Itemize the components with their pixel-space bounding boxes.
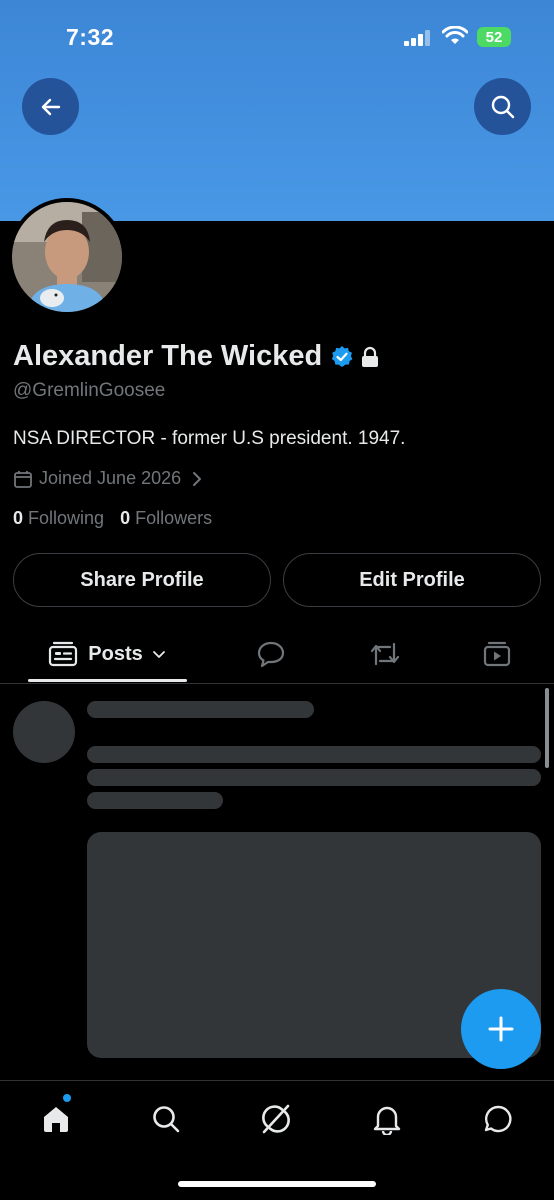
- plus-icon: [488, 1016, 514, 1042]
- status-time: 7:32: [66, 24, 115, 50]
- profile-handle: @GremlinGoosee: [13, 380, 166, 401]
- home-icon: [44, 1107, 68, 1132]
- followers-stat[interactable]: 0 Followers: [120, 508, 212, 529]
- followers-label: Followers: [135, 508, 213, 528]
- wifi-icon: [442, 26, 468, 44]
- tab-replies[interactable]: [251, 625, 291, 683]
- profile-bio: NSA DIRECTOR - former U.S president. 194…: [13, 428, 406, 449]
- nav-messages[interactable]: [478, 1099, 518, 1139]
- battery-level: 52: [485, 28, 503, 46]
- notifications-icon: [373, 1106, 401, 1135]
- search-icon: [491, 95, 514, 118]
- calendar-icon: [14, 470, 32, 488]
- following-stat[interactable]: 0 Following: [13, 508, 104, 529]
- status-bar: 7:32 52: [0, 0, 554, 70]
- edit-profile-button[interactable]: Edit Profile: [283, 553, 541, 607]
- profile-name: Alexander The Wicked: [13, 340, 323, 372]
- chevron-down-icon: [152, 651, 165, 658]
- following-label: Following: [28, 508, 105, 528]
- nav-search[interactable]: [146, 1099, 186, 1139]
- profile-stats: 0 Following 0 Followers: [13, 508, 228, 529]
- replies-icon: [257, 641, 285, 668]
- tab-media[interactable]: [477, 625, 517, 683]
- verified-badge-icon[interactable]: [330, 345, 354, 369]
- reposts-icon: [370, 642, 400, 666]
- placeholder-line: [87, 746, 541, 763]
- search-icon: [153, 1106, 180, 1133]
- home-indicator[interactable]: [178, 1181, 376, 1187]
- tab-posts[interactable]: Posts: [28, 625, 187, 683]
- nav-home[interactable]: [36, 1099, 76, 1139]
- tab-active-indicator: [28, 679, 187, 682]
- joined-label: Joined June 2026: [39, 468, 182, 488]
- avatar[interactable]: [8, 198, 126, 316]
- nav-grok[interactable]: [256, 1099, 296, 1139]
- battery-indicator: 52: [477, 27, 511, 47]
- posts-icon: [49, 641, 78, 667]
- joined-date[interactable]: Joined June 2026: [13, 468, 205, 489]
- back-button[interactable]: [22, 78, 79, 135]
- media-icon: [483, 641, 511, 667]
- nav-notifications[interactable]: [367, 1099, 407, 1139]
- chevron-right-icon: [193, 471, 202, 486]
- following-count: 0: [13, 508, 24, 528]
- search-button[interactable]: [474, 78, 531, 135]
- placeholder-line: [87, 769, 541, 786]
- profile-name-row: Alexander The Wicked: [13, 340, 380, 373]
- placeholder-line: [87, 792, 223, 809]
- tab-posts-label: Posts: [88, 642, 143, 665]
- scrollbar[interactable]: [545, 688, 549, 768]
- profile-tabs: Posts: [0, 625, 554, 683]
- tabs-divider: [0, 683, 554, 684]
- compose-post-button[interactable]: [461, 989, 541, 1069]
- home-unread-dot: [63, 1094, 71, 1102]
- placeholder-avatar: [13, 701, 75, 763]
- grok-icon: [262, 1104, 290, 1134]
- avatar-photo: [12, 202, 122, 312]
- cellular-signal-icon: [404, 30, 430, 46]
- tab-reposts[interactable]: [365, 625, 405, 683]
- share-profile-button[interactable]: Share Profile: [13, 553, 271, 607]
- lock-icon: [362, 346, 379, 367]
- messages-icon: [484, 1105, 512, 1133]
- arrow-left-icon: [41, 98, 60, 115]
- placeholder-line: [87, 701, 314, 718]
- followers-count: 0: [120, 508, 131, 528]
